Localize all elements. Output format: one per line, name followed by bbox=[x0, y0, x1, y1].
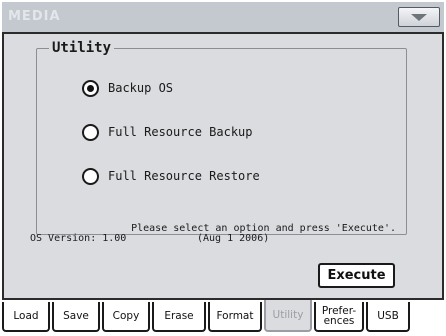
radio-selected-dot bbox=[87, 85, 94, 92]
utility-groupbox: Utility Backup OS Full Resource Backup F… bbox=[36, 40, 407, 235]
option-label-backup-os: Backup OS bbox=[108, 81, 174, 95]
title-bar: MEDIA bbox=[2, 2, 444, 32]
tab-bar: Load Save Copy Erase Format Utility Pref… bbox=[2, 300, 444, 334]
radio-backup-os[interactable] bbox=[82, 80, 99, 97]
tab-utility[interactable]: Utility bbox=[264, 300, 312, 332]
tab-copy[interactable]: Copy bbox=[102, 302, 150, 332]
utility-panel: Utility Backup OS Full Resource Backup F… bbox=[2, 32, 444, 300]
os-date: (Aug 1 2006) bbox=[197, 233, 270, 244]
page-menu-button[interactable] bbox=[398, 7, 440, 27]
option-label-full-resource-backup: Full Resource Backup bbox=[108, 125, 253, 139]
tab-erase[interactable]: Erase bbox=[152, 302, 206, 332]
tab-usb[interactable]: USB bbox=[366, 302, 410, 332]
tab-load[interactable]: Load bbox=[2, 302, 50, 332]
groupbox-legend: Utility bbox=[49, 40, 115, 56]
media-screen: MEDIA Utility Backup OS Full Resource Ba… bbox=[0, 0, 446, 336]
window-title: MEDIA bbox=[8, 9, 61, 24]
os-version: OS Version: 1.00 bbox=[30, 233, 127, 244]
execute-button[interactable]: Execute bbox=[318, 263, 395, 288]
tab-format[interactable]: Format bbox=[208, 302, 262, 332]
tab-preferences[interactable]: Prefer- ences bbox=[314, 302, 364, 332]
chevron-down-icon bbox=[411, 14, 427, 21]
radio-full-resource-backup[interactable] bbox=[82, 124, 99, 141]
tab-save[interactable]: Save bbox=[52, 302, 100, 332]
option-label-full-resource-restore: Full Resource Restore bbox=[108, 169, 260, 183]
radio-full-resource-restore[interactable] bbox=[82, 168, 99, 185]
